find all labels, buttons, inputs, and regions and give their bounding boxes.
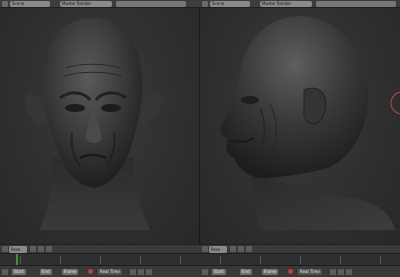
pivot-icon-right[interactable] xyxy=(238,246,244,252)
timeline-tick xyxy=(300,256,301,264)
end-field-right[interactable]: End xyxy=(240,269,252,275)
timeline-tick xyxy=(140,256,141,264)
info-field-right xyxy=(316,1,396,7)
info-field-left xyxy=(116,1,186,7)
timeline-tick xyxy=(260,256,261,264)
real-time-label[interactable]: Real Time xyxy=(98,269,122,275)
viewport-footer: Pose Pose xyxy=(0,244,400,253)
render-field-right[interactable]: Master Render xyxy=(260,1,312,7)
viewport-front[interactable] xyxy=(0,8,200,244)
editor-type-icon[interactable] xyxy=(2,1,8,7)
editor-icon-timeline-right[interactable] xyxy=(202,269,208,275)
mode-select-right[interactable]: Pose xyxy=(209,246,227,253)
timeline-tick xyxy=(340,256,341,264)
timeline-tick xyxy=(220,256,221,264)
play-icon[interactable] xyxy=(138,269,144,275)
orbit-circle-icon[interactable] xyxy=(386,88,400,118)
timeline-tick xyxy=(60,256,61,264)
timeline-tick xyxy=(180,256,181,264)
play-back-icon-right[interactable] xyxy=(330,269,336,275)
timeline-tick xyxy=(100,256,101,264)
start-field[interactable]: Start xyxy=(12,269,26,275)
blender-app: Scene Master Render Scene Master Render xyxy=(0,0,400,277)
frame-field-right[interactable]: Frame xyxy=(262,269,279,275)
start-field-right[interactable]: Start xyxy=(212,269,226,275)
real-time-label-right[interactable]: Real Time xyxy=(298,269,322,275)
play-back-icon[interactable] xyxy=(130,269,136,275)
editor-type-icon-right[interactable] xyxy=(202,1,208,7)
manip-icon-right[interactable] xyxy=(246,246,252,252)
play-forward-icon[interactable] xyxy=(146,269,152,275)
record-icon[interactable] xyxy=(88,269,93,274)
viewport-side[interactable] xyxy=(200,8,400,244)
frame-field[interactable]: Frame xyxy=(62,269,79,275)
shading-icon-left[interactable] xyxy=(30,246,36,252)
manip-icon-left[interactable] xyxy=(46,246,52,252)
timeline-tick xyxy=(380,256,381,264)
playback-bar: Start End Frame Real Time Start End Fram… xyxy=(0,265,400,277)
front-head-sculpt xyxy=(24,18,163,230)
end-field[interactable]: End xyxy=(40,269,52,275)
editor-icon-timeline[interactable] xyxy=(2,269,8,275)
top-header: Scene Master Render Scene Master Render xyxy=(0,0,400,8)
timeline-tick xyxy=(20,256,21,264)
record-icon-right[interactable] xyxy=(288,269,293,274)
timeline[interactable] xyxy=(0,253,400,266)
render-field-left[interactable]: Master Render xyxy=(60,1,112,7)
shading-icon-right[interactable] xyxy=(230,246,236,252)
play-forward-icon-right[interactable] xyxy=(346,269,352,275)
side-head-sculpt xyxy=(220,16,396,230)
scene-field-right[interactable]: Scene xyxy=(210,1,250,7)
pivot-icon-left[interactable] xyxy=(38,246,44,252)
play-icon-right[interactable] xyxy=(338,269,344,275)
editor-icon-left[interactable] xyxy=(2,246,8,252)
scene-field-left[interactable]: Scene xyxy=(10,1,50,7)
mode-select-left[interactable]: Pose xyxy=(9,246,27,253)
editor-icon-right[interactable] xyxy=(202,246,208,252)
